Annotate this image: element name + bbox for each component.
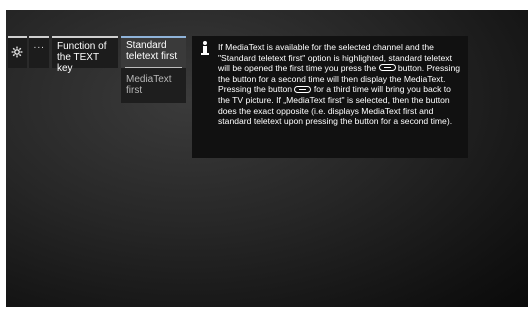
- options-list: Standard teletext first MediaText first: [121, 36, 186, 103]
- gear-icon: [11, 46, 23, 58]
- more-dots-label: ···: [33, 42, 45, 53]
- option-mediatext-first[interactable]: MediaText first: [121, 70, 186, 102]
- text-key-icon: [378, 64, 396, 72]
- menu-function-text-key[interactable]: Function of the TEXT key: [52, 36, 118, 74]
- tv-screen: ··· Function of the TEXT key Standard te…: [6, 10, 528, 307]
- info-panel: If MediaText is available for the select…: [192, 36, 468, 158]
- option-standard-teletext-first[interactable]: Standard teletext first: [121, 36, 186, 68]
- option-label: MediaText first: [126, 74, 172, 96]
- function-text-key-label: Function of the TEXT key: [57, 41, 107, 74]
- settings-tab[interactable]: [8, 36, 27, 68]
- info-icon: [201, 41, 211, 55]
- option-label: Standard teletext first: [126, 40, 178, 62]
- breadcrumb-more[interactable]: ···: [29, 36, 49, 68]
- text-key-icon: [294, 85, 312, 93]
